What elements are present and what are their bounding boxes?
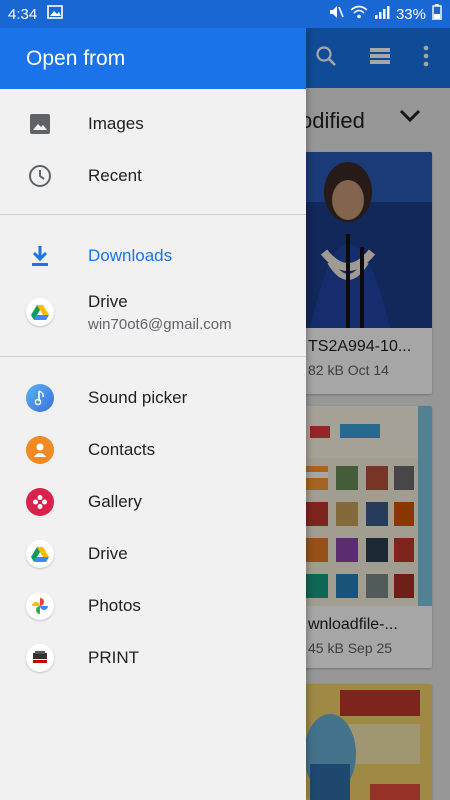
clock-icon (26, 162, 54, 190)
drawer-item-photos[interactable]: Photos (0, 580, 306, 632)
drawer-item-label: Recent (88, 166, 142, 185)
drawer-item-label: Drive (88, 292, 128, 311)
drawer-item-label: Photos (88, 596, 141, 615)
drawer-item-label: Downloads (88, 246, 173, 265)
drawer-item-label: Images (88, 114, 144, 133)
drawer-item-recent[interactable]: Recent (0, 150, 306, 202)
download-icon (26, 242, 54, 270)
drawer-item-downloads[interactable]: Downloads (0, 230, 306, 282)
open-from-drawer: Open from Images Recent Downloads Drive … (0, 28, 306, 800)
drawer-item-sound-picker[interactable]: Sound picker (0, 372, 306, 424)
drawer-item-print[interactable]: PRINT (0, 632, 306, 684)
signal-icon (374, 5, 390, 23)
drawer-item-drive-account[interactable]: Drive win70ot6@gmail.com (0, 284, 306, 340)
divider (0, 214, 306, 215)
contacts-icon (26, 436, 54, 464)
canon-print-icon (26, 644, 54, 672)
drawer-item-label: Gallery (88, 492, 142, 511)
battery-icon (432, 4, 442, 24)
drawer-item-contacts[interactable]: Contacts (0, 424, 306, 476)
drawer-item-label: Sound picker (88, 388, 188, 407)
drawer-item-label: Drive (88, 544, 128, 563)
image-icon (26, 110, 54, 138)
drive-icon (26, 540, 54, 568)
drive-icon (26, 298, 54, 326)
gallery-icon (26, 488, 54, 516)
drawer-item-gallery[interactable]: Gallery (0, 476, 306, 528)
battery-percent: 33% (395, 5, 426, 23)
music-note-icon (26, 384, 54, 412)
drawer-item-drive[interactable]: Drive (0, 528, 306, 580)
photos-icon (26, 592, 54, 620)
drawer-item-account: win70ot6@gmail.com (88, 316, 232, 333)
drawer-header: Open from (0, 28, 306, 89)
status-time: 4:34 (8, 5, 38, 23)
picture-notification-icon (47, 5, 64, 23)
mute-icon (328, 4, 344, 24)
drawer-title: Open from (26, 46, 126, 70)
drawer-item-images[interactable]: Images (0, 98, 306, 150)
divider (0, 356, 306, 357)
wifi-icon (350, 5, 368, 23)
drawer-item-label: PRINT (88, 648, 139, 667)
status-bar: 4:34 33% (0, 0, 450, 28)
drawer-item-label: Contacts (88, 440, 156, 459)
